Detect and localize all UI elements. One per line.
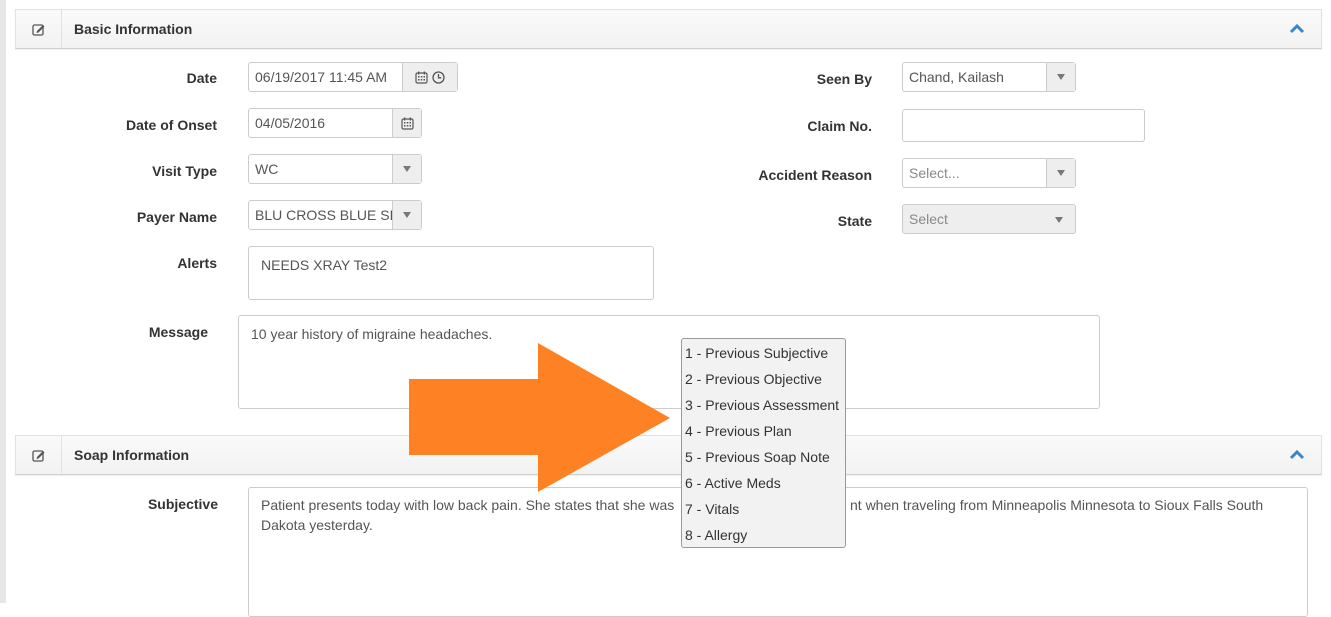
annotation-arrow-icon [409, 343, 670, 492]
arrow-shape [409, 343, 670, 492]
